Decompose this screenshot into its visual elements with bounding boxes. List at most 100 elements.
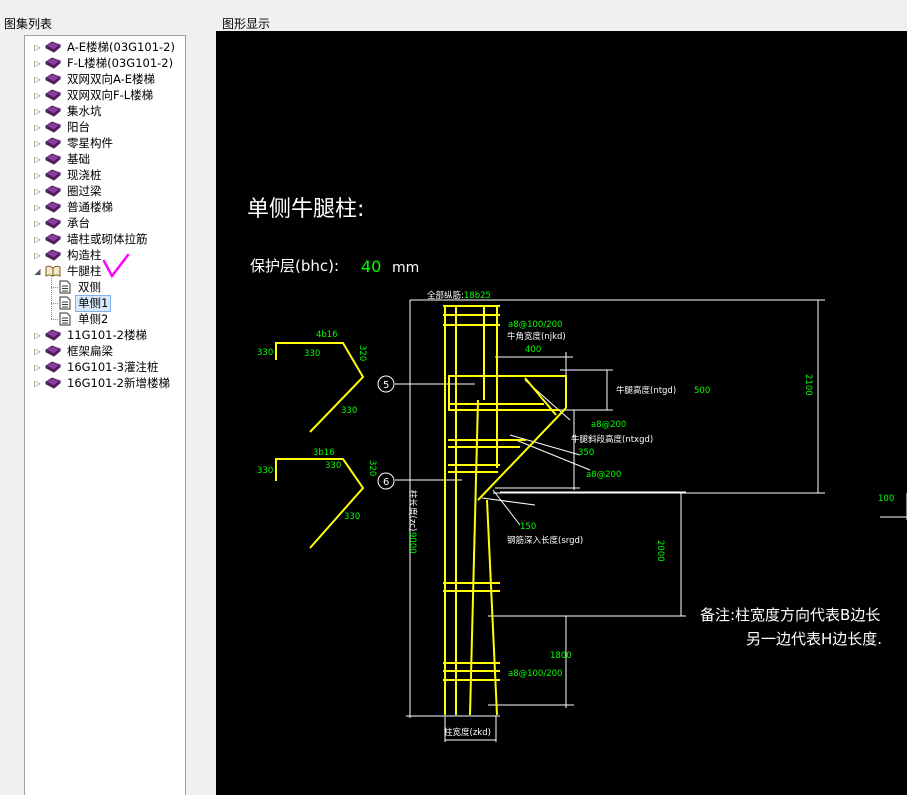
book-icon xyxy=(45,249,61,261)
all-bars-label: 全部纵筋: xyxy=(427,290,464,301)
tree-item[interactable]: ▷ 墙柱或砌体拉筋 xyxy=(33,231,150,247)
tree-item[interactable]: ▷ 承台 xyxy=(33,215,92,231)
tree-item[interactable]: ▷ 零星构件 xyxy=(33,135,115,151)
cover-unit: mm xyxy=(392,260,419,276)
tree-item[interactable]: ▷ 双网双向A-E楼梯 xyxy=(33,71,157,87)
book-icon xyxy=(45,153,61,165)
document-icon xyxy=(59,296,71,310)
column-length-value: 9000 xyxy=(407,532,417,554)
book-icon xyxy=(45,329,61,341)
collapsed-arrow-icon[interactable]: ▷ xyxy=(33,359,42,375)
cover-value: 40 xyxy=(361,257,381,276)
collapsed-arrow-icon[interactable]: ▷ xyxy=(33,151,42,167)
tree-item[interactable]: ▷ 框架扁梁 xyxy=(33,343,115,359)
bar6-seg-right: 320 xyxy=(367,460,377,476)
book-icon xyxy=(45,377,61,389)
note-line2: 另一边代表H边长度. xyxy=(746,630,882,648)
bar6-seg-diag: 330 xyxy=(344,512,360,522)
tree-item[interactable]: ▷ 构造柱 xyxy=(33,247,104,263)
tree-item-label: A-E楼梯(03G101-2) xyxy=(67,39,175,54)
collapsed-arrow-icon[interactable]: ▷ xyxy=(33,375,42,391)
svg-text:6: 6 xyxy=(383,477,389,488)
tree-item[interactable]: ▷ 16G101-2新增楼梯 xyxy=(33,375,172,391)
collapsed-arrow-icon[interactable]: ▷ xyxy=(33,119,42,135)
reinforcement-bars xyxy=(275,305,567,716)
tree-item[interactable]: ▷ 阳台 xyxy=(33,119,92,135)
atlas-tree[interactable]: ▷ A-E楼梯(03G101-2) ▷ F-L楼梯(03G101-2) ▷ 双网双向A-E… xyxy=(24,35,186,795)
bar5-seg-left: 330 xyxy=(257,348,273,358)
tree-item-label: F-L楼梯(03G101-2) xyxy=(67,55,174,70)
tree-connector xyxy=(51,303,58,304)
cad-drawing: 单侧牛腿柱: 保护层(bhc): 40 mm 5 6 全部纵筋:18b25 a8… xyxy=(247,197,907,742)
book-icon xyxy=(45,73,61,85)
collapsed-arrow-icon[interactable]: ▷ xyxy=(33,103,42,119)
svg-text:全部纵筋:18b25: 全部纵筋:18b25 xyxy=(427,290,491,301)
collapsed-arrow-icon[interactable]: ▷ xyxy=(33,327,42,343)
corbel-height-value: 500 xyxy=(694,386,710,396)
collapsed-arrow-icon[interactable]: ▷ xyxy=(33,183,42,199)
collapsed-arrow-icon[interactable]: ▷ xyxy=(33,55,42,71)
book-icon xyxy=(45,137,61,149)
collapsed-arrow-icon[interactable]: ▷ xyxy=(33,343,42,359)
tree-item-label: 双网双向A-E楼梯 xyxy=(67,71,156,86)
tree-item[interactable]: ▷ 普通楼梯 xyxy=(33,199,115,215)
stirrup-200b-label: a8@200 xyxy=(586,470,621,480)
drawing-canvas[interactable]: 单侧牛腿柱: 保护层(bhc): 40 mm 5 6 全部纵筋:18b25 a8… xyxy=(216,31,907,795)
tree-item[interactable]: ▷ 16G101-3灌注桩 xyxy=(33,359,160,375)
hand-drawn-check-icon xyxy=(102,253,130,279)
tree-item-label: 16G101-2新增楼梯 xyxy=(67,375,170,390)
book-icon xyxy=(45,57,61,69)
bar5-seg-right: 320 xyxy=(357,345,367,361)
expanded-arrow-icon[interactable]: ◢ xyxy=(33,263,42,279)
collapsed-arrow-icon[interactable]: ▷ xyxy=(33,135,42,151)
tree-item[interactable]: ▷ A-E楼梯(03G101-2) xyxy=(33,39,177,55)
tree-item-label: 集水坑 xyxy=(67,103,102,118)
book-icon xyxy=(45,217,61,229)
book-icon xyxy=(45,201,61,213)
collapsed-arrow-icon[interactable]: ▷ xyxy=(33,167,42,183)
dim-2100: 2100 xyxy=(803,374,813,396)
book-icon xyxy=(45,121,61,133)
tree-item[interactable]: ▷ 现浇桩 xyxy=(33,167,104,183)
collapsed-arrow-icon[interactable]: ▷ xyxy=(33,247,42,263)
tree-item[interactable]: ▷ F-L楼梯(03G101-2) xyxy=(33,55,175,71)
panel-title: 图集列表 xyxy=(4,17,53,31)
bar-marker-6: 6 xyxy=(377,472,395,490)
tree-item[interactable]: ▷ 圈过梁 xyxy=(33,183,104,199)
tree-item-label: 单侧1 xyxy=(74,294,112,312)
drawing-heading: 单侧牛腿柱: xyxy=(247,197,364,222)
dim-2000: 2000 xyxy=(655,540,665,562)
tree-child-item[interactable]: 双侧 xyxy=(59,279,103,295)
tree-connector xyxy=(51,287,58,288)
book-icon xyxy=(45,41,61,53)
tree-item-label: 阳台 xyxy=(67,119,90,134)
collapsed-arrow-icon[interactable]: ▷ xyxy=(33,71,42,87)
collapsed-arrow-icon[interactable]: ▷ xyxy=(33,199,42,215)
tree-item[interactable]: ▷ 双网双向F-L楼梯 xyxy=(33,87,155,103)
bar6-seg-left: 330 xyxy=(257,466,273,476)
tree-item[interactable]: ◢ 牛腿柱 xyxy=(33,263,104,279)
tree-item[interactable]: ▷ 基础 xyxy=(33,151,92,167)
tree-connector xyxy=(51,319,58,320)
collapsed-arrow-icon[interactable]: ▷ xyxy=(33,39,42,55)
dim-100: 100 xyxy=(878,494,894,504)
stirrup-200a-label: a8@200 xyxy=(591,420,626,430)
dim-1800: 1800 xyxy=(550,651,572,661)
stirrup-top-label: a8@100/200 xyxy=(508,320,562,330)
tree-item-label: 零星构件 xyxy=(67,135,113,150)
column-width-label: 柱宽度(zkd) xyxy=(444,727,491,738)
tree-child-item[interactable]: 单侧1 xyxy=(59,294,112,312)
collapsed-arrow-icon[interactable]: ▷ xyxy=(33,87,42,103)
tree-item[interactable]: ▷ 集水坑 xyxy=(33,103,104,119)
tree-item-label: 11G101-2楼梯 xyxy=(67,327,147,342)
book-icon xyxy=(45,345,61,357)
collapsed-arrow-icon[interactable]: ▷ xyxy=(33,215,42,231)
collapsed-arrow-icon[interactable]: ▷ xyxy=(33,231,42,247)
svg-text:5: 5 xyxy=(383,380,389,391)
tree-item-label: 单侧2 xyxy=(78,311,109,326)
tree-child-item[interactable]: 单侧2 xyxy=(59,311,110,327)
tree-item-label: 基础 xyxy=(67,151,90,166)
anchor-value: 150 xyxy=(520,522,536,532)
tree-item-label: 16G101-3灌注桩 xyxy=(67,359,159,374)
tree-item[interactable]: ▷ 11G101-2楼梯 xyxy=(33,327,149,343)
